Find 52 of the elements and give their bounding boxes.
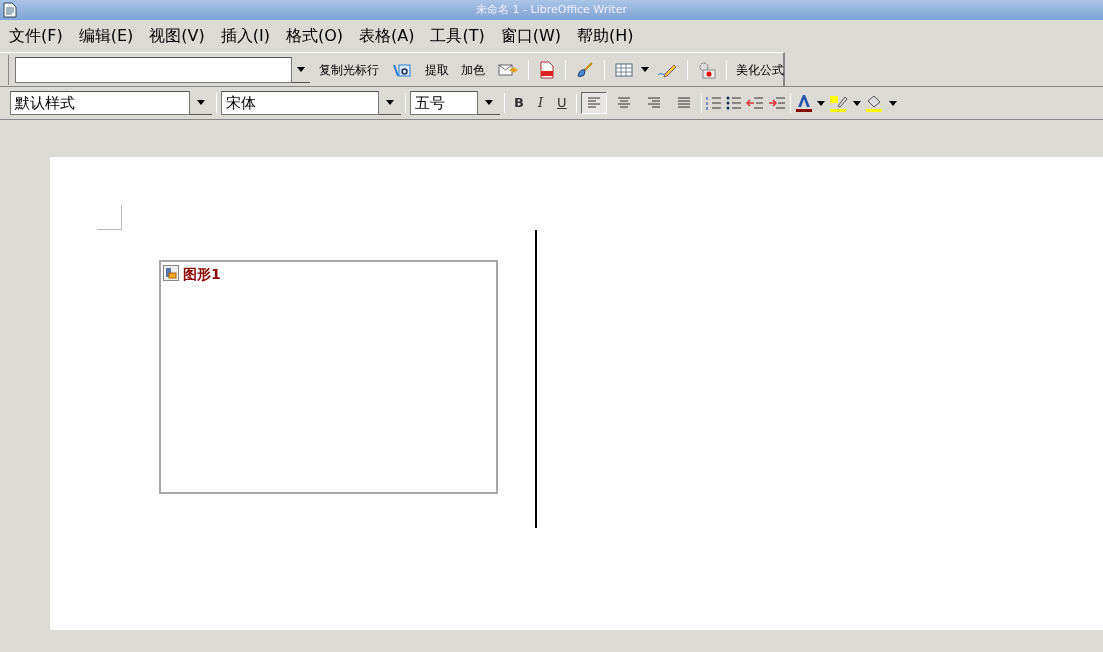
menu-item[interactable]: 帮助(H) — [570, 22, 643, 50]
toolbar-button[interactable]: 加色 — [458, 59, 488, 80]
command-field[interactable] — [15, 56, 292, 83]
frame-name: 图形1 — [183, 265, 221, 284]
caret-icon — [297, 66, 305, 72]
align-left-button[interactable] — [580, 92, 607, 114]
background-color-button[interactable] — [864, 94, 885, 112]
menu-item[interactable]: 工具(T) — [423, 22, 494, 50]
text-boundary-mark — [97, 205, 122, 230]
menu-item[interactable]: 视图(V) — [142, 22, 214, 50]
underline-button[interactable]: U — [552, 92, 572, 114]
window-title: 未命名 1 - LibreOffice Writer — [476, 3, 627, 16]
align-left-icon — [586, 97, 601, 109]
font-size-field[interactable]: 五号 — [410, 91, 478, 115]
caret-icon — [485, 100, 493, 105]
gear-icon — [698, 60, 716, 79]
font-color-button[interactable] — [794, 94, 813, 112]
caret-icon — [816, 100, 825, 106]
menu-item[interactable]: 文件(F) — [2, 22, 72, 50]
toolbar-button[interactable]: 美化公式 — [733, 59, 787, 80]
document-icon — [3, 2, 17, 18]
dropdown-button[interactable] — [852, 100, 861, 106]
picture-icon — [163, 265, 179, 281]
pdf-icon — [539, 60, 555, 79]
envelope-icon — [498, 62, 518, 77]
brush-icon — [576, 60, 594, 79]
dropdown-button[interactable] — [816, 100, 825, 106]
increase-indent-button[interactable] — [767, 96, 786, 110]
caret-icon — [641, 67, 649, 72]
menu-item[interactable]: 格式(O) — [278, 22, 352, 50]
align-justify-icon — [676, 97, 691, 109]
toolbar-button[interactable]: 复制光标行 — [316, 59, 382, 80]
dropdown-button[interactable] — [888, 100, 897, 106]
caret-icon — [386, 100, 394, 105]
toolbar-button[interactable]: 提取 — [422, 59, 452, 80]
caret-icon — [888, 100, 897, 106]
menu-item[interactable]: 插入(I) — [213, 22, 279, 50]
text-frame-icon — [392, 61, 412, 78]
menu-item[interactable]: 编辑(E) — [71, 22, 143, 50]
menu-item[interactable]: 窗口(W) — [493, 22, 570, 50]
highlight-button[interactable] — [828, 94, 849, 112]
align-center-icon — [616, 97, 631, 109]
font-field[interactable]: 宋体 — [221, 91, 379, 115]
caret-icon — [197, 100, 205, 105]
menu-item[interactable]: 表格(A) — [352, 22, 424, 50]
bullet-list-button[interactable] — [725, 96, 742, 110]
align-right-icon — [646, 97, 661, 109]
bold-button[interactable]: B — [509, 92, 529, 114]
caret-icon — [852, 100, 861, 106]
style-field[interactable]: 默认样式 — [10, 91, 190, 115]
italic-button[interactable]: I — [532, 92, 549, 114]
table-icon — [615, 61, 633, 78]
